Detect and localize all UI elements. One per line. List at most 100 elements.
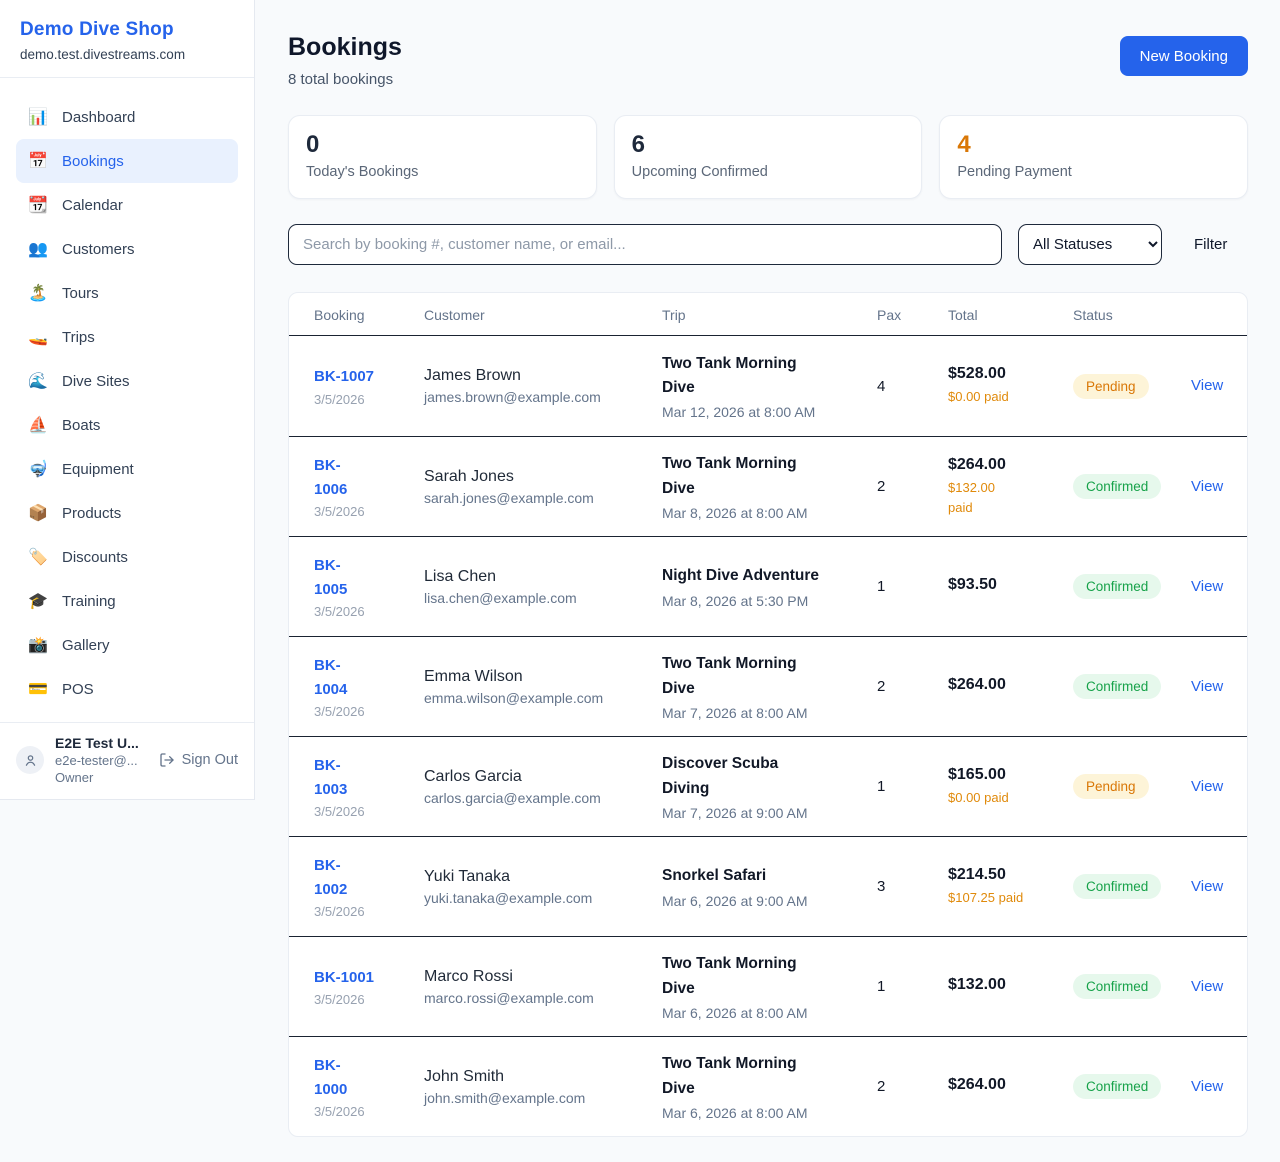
customer-name: Emma Wilson	[424, 668, 650, 686]
stat-value: 0	[306, 131, 579, 159]
stat-card-todays-bookings: 0 Today's Bookings	[288, 115, 597, 199]
pax-count: 2	[877, 478, 948, 495]
total-amount: $132.00	[948, 976, 1061, 994]
sidebar-item-boats[interactable]: ⛵ Boats	[16, 403, 238, 447]
sidebar-item-pos[interactable]: 💳 POS	[16, 667, 238, 711]
stat-value: 6	[632, 131, 905, 159]
booking-date: 3/5/2026	[314, 504, 412, 519]
booking-number-link[interactable]: BK- 1004	[314, 654, 347, 701]
table-header-row: Booking Customer Trip Pax Total Status	[289, 293, 1247, 336]
pos-icon: 💳	[28, 679, 48, 699]
bookings-icon: 📅	[28, 151, 48, 171]
customer-email: james.brown@example.com	[424, 389, 650, 405]
status-badge: Confirmed	[1073, 874, 1161, 899]
sign-out-icon	[159, 752, 175, 768]
sidebar-item-gallery[interactable]: 📸 Gallery	[16, 623, 238, 667]
booking-date: 3/5/2026	[314, 604, 412, 619]
booking-number-link[interactable]: BK-1007	[314, 365, 374, 388]
view-link[interactable]: View	[1191, 778, 1223, 795]
view-link[interactable]: View	[1191, 377, 1223, 394]
customer-email: yuki.tanaka@example.com	[424, 890, 650, 906]
trip-datetime: Mar 7, 2026 at 8:00 AM	[662, 705, 865, 721]
page-header: Bookings 8 total bookings New Booking	[288, 33, 1248, 88]
sidebar-item-equipment[interactable]: 🤿 Equipment	[16, 447, 238, 491]
sign-out-label: Sign Out	[182, 752, 238, 768]
status-filter-select[interactable]: All Statuses	[1018, 224, 1162, 265]
table-body: BK-1007 3/5/2026 James Brown james.brown…	[289, 336, 1247, 1136]
booking-number-link[interactable]: BK- 1005	[314, 554, 347, 601]
sidebar-item-dive-sites[interactable]: 🌊 Dive Sites	[16, 359, 238, 403]
sidebar-item-training[interactable]: 🎓 Training	[16, 579, 238, 623]
sidebar-item-trips[interactable]: 🚤 Trips	[16, 315, 238, 359]
col-header-total: Total	[948, 307, 1073, 323]
view-link[interactable]: View	[1191, 478, 1223, 495]
view-link[interactable]: View	[1191, 1078, 1223, 1095]
sidebar-item-bookings[interactable]: 📅 Bookings	[16, 139, 238, 183]
products-icon: 📦	[28, 503, 48, 523]
trips-icon: 🚤	[28, 327, 48, 347]
stat-card-upcoming-confirmed: 6 Upcoming Confirmed	[614, 115, 923, 199]
status-badge: Confirmed	[1073, 974, 1161, 999]
table-row: BK- 1005 3/5/2026 Lisa Chen lisa.chen@ex…	[289, 536, 1247, 636]
customer-name: Marco Rossi	[424, 968, 650, 986]
view-link[interactable]: View	[1191, 978, 1223, 995]
user-role: Owner	[55, 770, 139, 785]
table-row: BK-1001 3/5/2026 Marco Rossi marco.rossi…	[289, 936, 1247, 1036]
total-amount: $165.00	[948, 766, 1061, 784]
sidebar-item-calendar[interactable]: 📆 Calendar	[16, 183, 238, 227]
view-link[interactable]: View	[1191, 878, 1223, 895]
sidebar-item-dashboard[interactable]: 📊 Dashboard	[16, 95, 238, 139]
col-header-booking: Booking	[314, 307, 424, 323]
booking-number-link[interactable]: BK- 1003	[314, 754, 347, 801]
page-title: Bookings	[288, 33, 402, 62]
status-badge: Confirmed	[1073, 674, 1161, 699]
booking-number-link[interactable]: BK- 1002	[314, 854, 347, 901]
calendar-icon: 📆	[28, 195, 48, 215]
col-header-trip: Trip	[662, 307, 877, 323]
customer-email: carlos.garcia@example.com	[424, 790, 650, 806]
trip-datetime: Mar 6, 2026 at 8:00 AM	[662, 1005, 865, 1021]
table-row: BK- 1002 3/5/2026 Yuki Tanaka yuki.tanak…	[289, 836, 1247, 936]
stat-value: 4	[957, 131, 1230, 159]
customer-email: lisa.chen@example.com	[424, 590, 650, 606]
table-row: BK- 1000 3/5/2026 John Smith john.smith@…	[289, 1036, 1247, 1136]
customer-name: James Brown	[424, 367, 650, 385]
total-amount: $264.00	[948, 1076, 1061, 1094]
trip-name: Two Tank Morning Dive	[662, 652, 865, 700]
paid-amount: $0.00 paid	[948, 387, 1061, 407]
status-badge: Pending	[1073, 374, 1149, 399]
user-name: E2E Test U...	[55, 735, 139, 751]
pax-count: 2	[877, 678, 948, 695]
sign-out-button[interactable]: Sign Out	[159, 752, 238, 768]
booking-number-link[interactable]: BK- 1000	[314, 1054, 347, 1101]
booking-number-link[interactable]: BK-1001	[314, 966, 374, 989]
sidebar-item-tours[interactable]: 🏝️ Tours	[16, 271, 238, 315]
filter-row: All Statuses Filter	[288, 224, 1248, 265]
booking-number-link[interactable]: BK- 1006	[314, 454, 347, 501]
boats-icon: ⛵	[28, 415, 48, 435]
search-input[interactable]	[288, 224, 1002, 265]
pax-count: 3	[877, 878, 948, 895]
customer-email: marco.rossi@example.com	[424, 990, 650, 1006]
status-badge: Confirmed	[1073, 574, 1161, 599]
sidebar-item-customers[interactable]: 👥 Customers	[16, 227, 238, 271]
filter-button[interactable]: Filter	[1194, 236, 1227, 253]
new-booking-button[interactable]: New Booking	[1120, 36, 1248, 76]
table-row: BK-1007 3/5/2026 James Brown james.brown…	[289, 336, 1247, 436]
col-header-customer: Customer	[424, 307, 662, 323]
view-link[interactable]: View	[1191, 678, 1223, 695]
sidebar-item-discounts[interactable]: 🏷️ Discounts	[16, 535, 238, 579]
bookings-table: Booking Customer Trip Pax Total Status B…	[288, 292, 1248, 1137]
trip-name: Two Tank Morning Dive	[662, 352, 865, 400]
sidebar-item-products[interactable]: 📦 Products	[16, 491, 238, 535]
table-row: BK- 1003 3/5/2026 Carlos Garcia carlos.g…	[289, 736, 1247, 836]
trip-datetime: Mar 8, 2026 at 8:00 AM	[662, 505, 865, 521]
view-link[interactable]: View	[1191, 578, 1223, 595]
user-email: e2e-tester@...	[55, 753, 139, 768]
col-header-status: Status	[1073, 307, 1191, 323]
trip-name: Two Tank Morning Dive	[662, 952, 865, 1000]
user-section: E2E Test U... e2e-tester@... Owner Sign …	[0, 722, 254, 799]
avatar	[16, 746, 44, 774]
pax-count: 1	[877, 978, 948, 995]
sidebar-header: Demo Dive Shop demo.test.divestreams.com	[0, 0, 254, 77]
